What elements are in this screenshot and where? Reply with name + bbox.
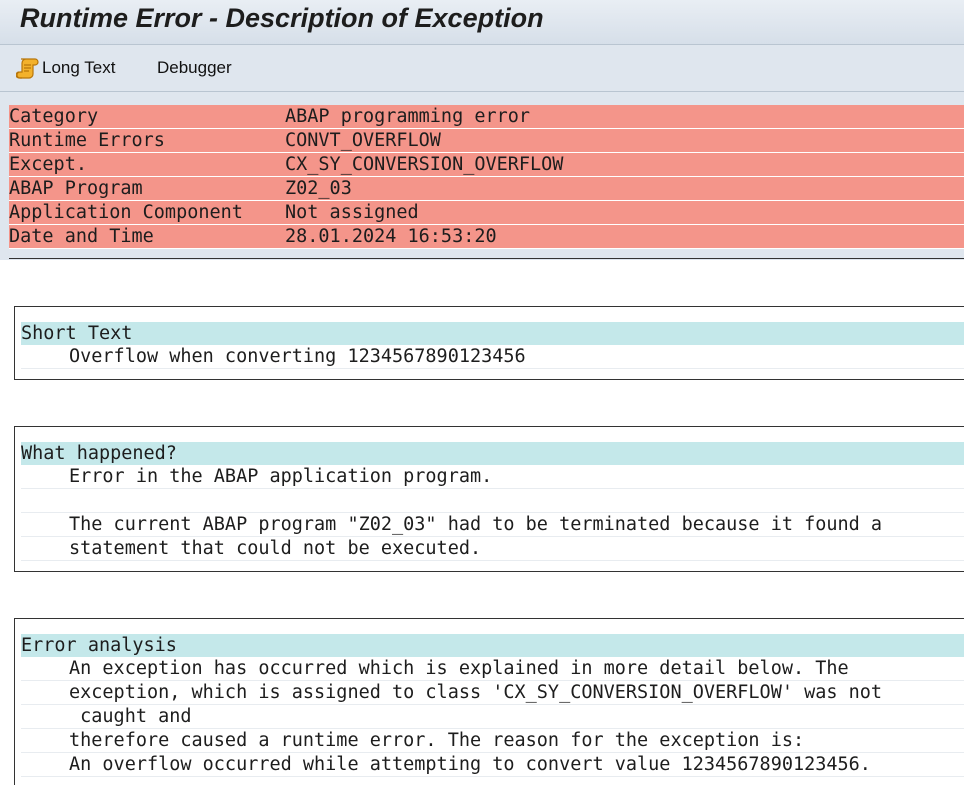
section-title: Error analysis xyxy=(21,634,964,657)
debugger-label: Debugger xyxy=(157,58,232,77)
section-line: An exception has occurred which is expla… xyxy=(21,657,964,681)
header-key: Date and Time xyxy=(9,226,154,247)
header-key: Runtime Errors xyxy=(9,130,165,151)
short-text-section: Short Text Overflow when converting 1234… xyxy=(14,306,964,380)
section-title: Short Text xyxy=(21,322,964,345)
title-bar: Runtime Error - Description of Exception xyxy=(0,0,964,45)
scroll-icon xyxy=(15,56,40,80)
section-line: An overflow occurred while attempting to… xyxy=(21,753,964,777)
header-value: CONVT_OVERFLOW xyxy=(285,130,441,151)
section-line: statement that could not be executed. xyxy=(21,537,964,561)
section-line xyxy=(21,489,964,513)
section-line: The current ABAP program "Z02_03" had to… xyxy=(21,513,964,537)
section-line: exception, which is assigned to class 'C… xyxy=(21,681,964,705)
header-key: ABAP Program xyxy=(9,178,143,199)
header-row-abap-program: ABAP Program Z02_03 xyxy=(9,177,964,201)
header-key: Except. xyxy=(9,154,87,175)
long-text-button[interactable]: Long Text xyxy=(15,56,116,80)
error-header-table: Category ABAP programming error Runtime … xyxy=(9,105,964,249)
application-toolbar: Long Text Debugger xyxy=(0,45,964,92)
debugger-button[interactable]: Debugger xyxy=(157,56,232,80)
section-line: therefore caused a runtime error. The re… xyxy=(21,729,964,753)
window-title: Runtime Error - Description of Exception xyxy=(20,3,544,33)
header-value: CX_SY_CONVERSION_OVERFLOW xyxy=(285,154,564,175)
header-value: 28.01.2024 16:53:20 xyxy=(285,226,497,247)
header-value: Z02_03 xyxy=(285,178,352,199)
error-analysis-section: Error analysis An exception has occurred… xyxy=(14,618,964,785)
section-line: Error in the ABAP application program. xyxy=(21,465,964,489)
section-title: What happened? xyxy=(21,442,964,465)
header-key: Category xyxy=(9,106,99,127)
header-key: Application Component xyxy=(9,202,243,223)
header-row-runtime-errors: Runtime Errors CONVT_OVERFLOW xyxy=(9,129,964,153)
header-row-date-time: Date and Time 28.01.2024 16:53:20 xyxy=(9,225,964,249)
header-value: ABAP programming error xyxy=(285,106,531,127)
section-line: Overflow when converting 123456789012345… xyxy=(21,345,964,369)
header-row-except: Except. CX_SY_CONVERSION_OVERFLOW xyxy=(9,153,964,177)
header-row-category: Category ABAP programming error xyxy=(9,105,964,129)
section-line: caught and xyxy=(21,705,964,729)
divider xyxy=(9,258,964,259)
what-happened-section: What happened? Error in the ABAP applica… xyxy=(14,426,964,572)
long-text-label: Long Text xyxy=(42,58,116,77)
header-value: Not assigned xyxy=(285,202,419,223)
header-row-application-component: Application Component Not assigned xyxy=(9,201,964,225)
